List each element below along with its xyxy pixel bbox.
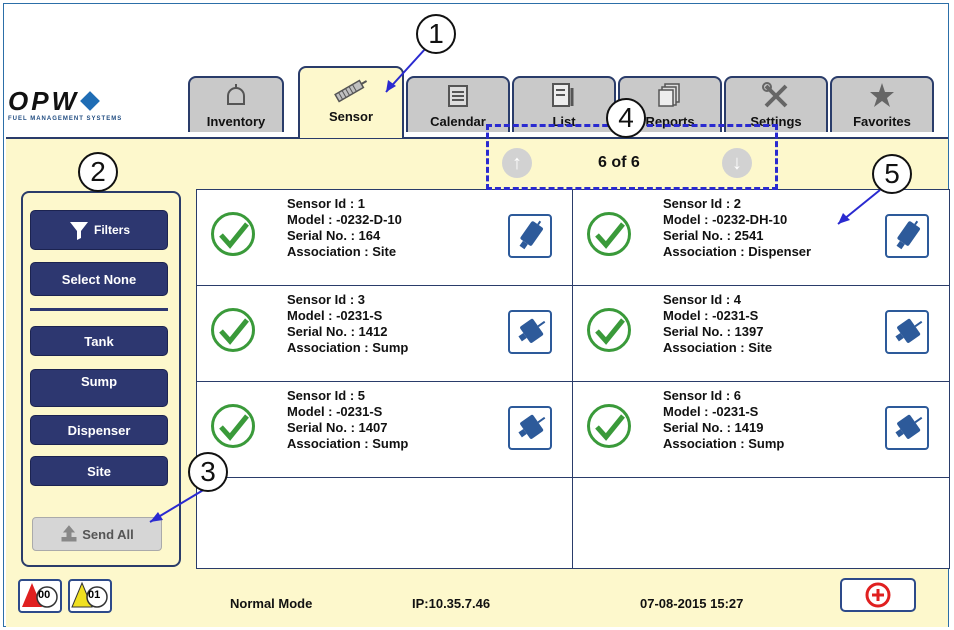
callout-1: 1 [416, 14, 456, 54]
callout-3: 3 [188, 452, 228, 492]
callout-5: 5 [872, 154, 912, 194]
callout-arrows [149, 47, 881, 523]
callout-4: 4 [606, 98, 646, 138]
callout-2: 2 [78, 152, 118, 192]
